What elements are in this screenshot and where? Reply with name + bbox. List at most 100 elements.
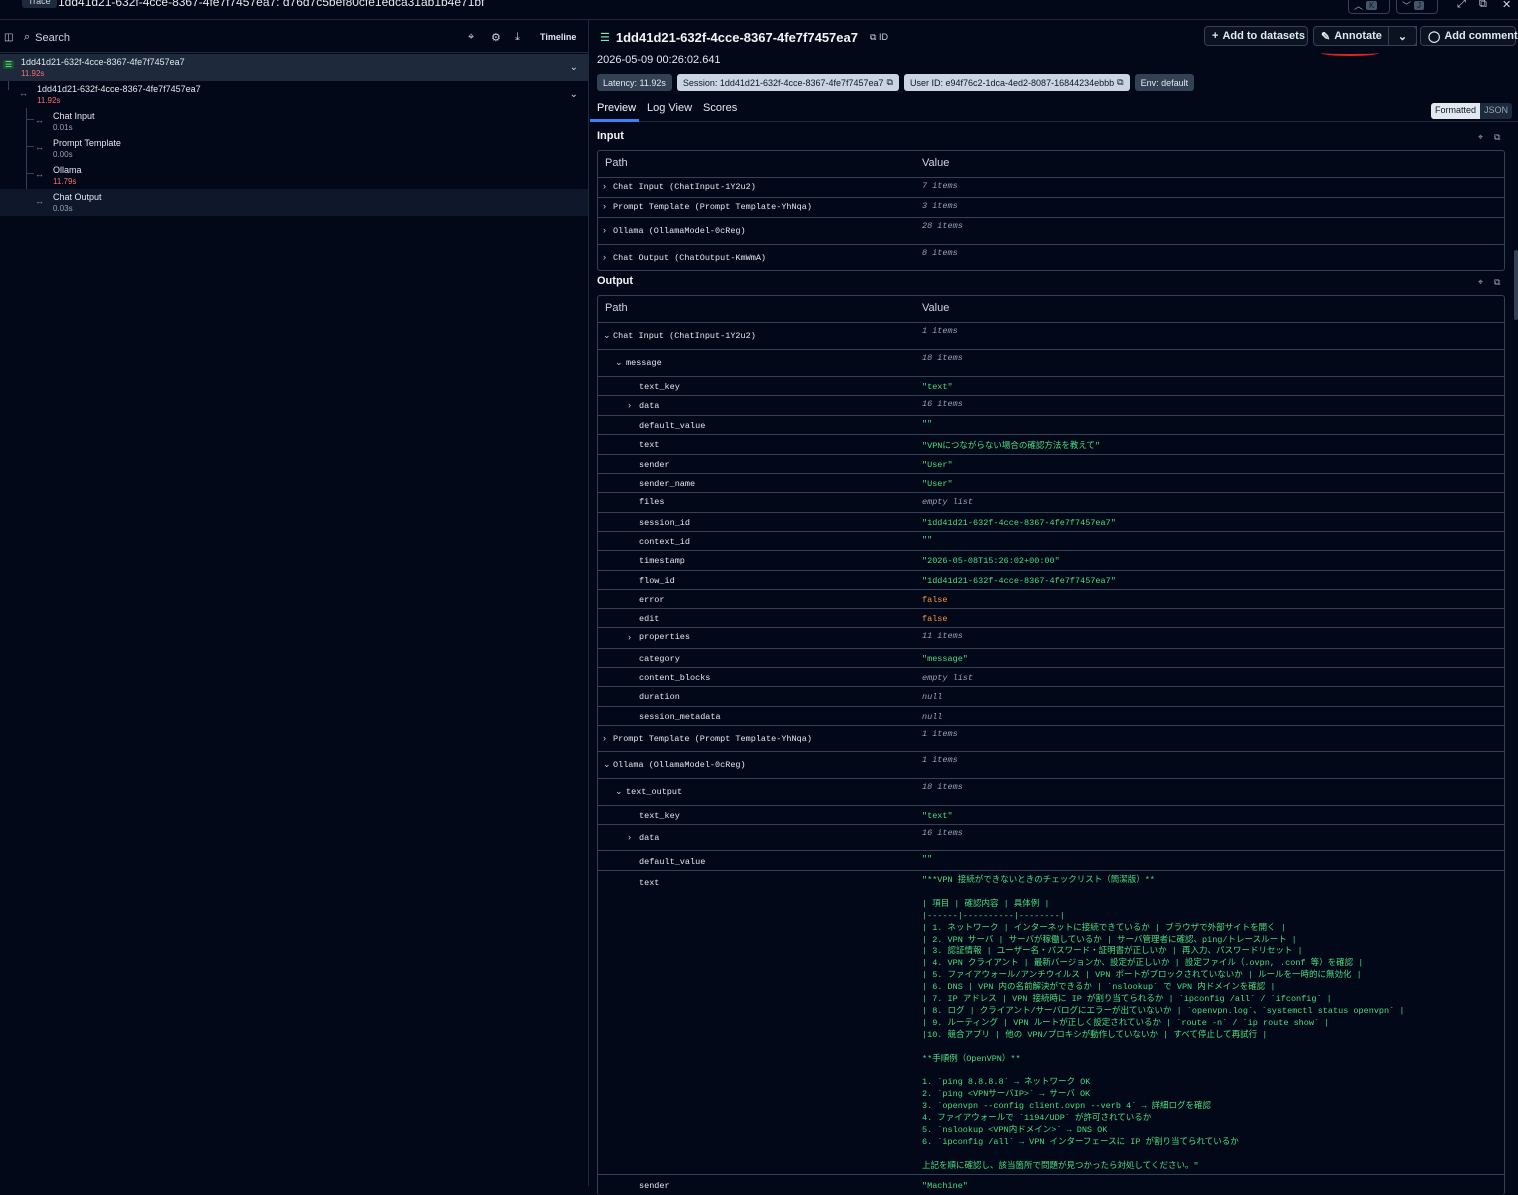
table-row[interactable]: ⌄ Chat Input (ChatInput-1Y2u2) 1 items [598, 322, 1504, 349]
table-row[interactable]: ⌄ text_output 18 items [598, 778, 1504, 805]
red-underline-annotation [1321, 50, 1379, 56]
row-path: Prompt Template (Prompt Template-YhNqa) [613, 734, 812, 744]
table-row[interactable]: text_key "text" [598, 805, 1504, 824]
table-row[interactable]: text_key "text" [598, 376, 1504, 395]
chevron-right-icon[interactable]: › [603, 201, 606, 211]
table-row[interactable]: ⌄ message 18 items [598, 349, 1504, 376]
formatted-option[interactable]: Formatted [1430, 103, 1480, 119]
chevron-down-icon[interactable]: ⌄ [570, 89, 578, 100]
chevron-down-icon[interactable]: ⌄ [615, 357, 623, 368]
table-row[interactable]: flow_id "1dd41d21-632f-4cce-8367-4fe7f745… [598, 570, 1504, 589]
tree-node-prompt-template[interactable]: ↔ Prompt Template 0.00s [0, 135, 588, 162]
tree-node-trace[interactable]: ☰ 1dd41d21-632f-4cce-8367-4fe7f7457ea7 1… [0, 54, 588, 81]
tree-node-span[interactable]: ↔ 1dd41d21-632f-4cce-8367-4fe7f7457ea7 1… [0, 81, 588, 108]
user-badge[interactable]: User ID: e94f76c2-1dca-4ed2-8087-1684423… [903, 74, 1130, 91]
close-icon[interactable]: ✕ [1502, 0, 1511, 11]
chevron-right-icon[interactable]: › [603, 181, 606, 191]
table-row[interactable]: files empty list [598, 492, 1504, 512]
json-option[interactable]: JSON [1480, 103, 1512, 119]
tree-node-chat-output[interactable]: ↔ Chat Output 0.03s [0, 189, 588, 216]
crosshair-icon[interactable]: ⌖ [1478, 132, 1483, 143]
table-row[interactable]: context_id "" [598, 531, 1504, 550]
prev-trace-key: K [1366, 0, 1378, 10]
table-row[interactable]: › Ollama (OllamaModel-0cReg) 28 items [598, 217, 1504, 244]
external-link-icon: ⧉ [1117, 77, 1124, 87]
table-row[interactable]: error false [598, 589, 1504, 608]
tree-node-time: 0.03s [53, 204, 73, 213]
table-row[interactable]: content_blocks empty list [598, 667, 1504, 686]
row-path: files [639, 497, 665, 507]
table-row[interactable]: sender "Machine" [598, 1174, 1504, 1194]
chevron-right-icon[interactable]: › [603, 252, 606, 262]
tree-node-name: 1dd41d21-632f-4cce-8367-4fe7f7457ea7 [37, 84, 201, 94]
chevron-right-icon[interactable]: › [603, 225, 606, 235]
chevron-down-icon[interactable]: ⌄ [603, 759, 611, 770]
download-icon[interactable]: ⤓ [515, 31, 520, 44]
scrollbar[interactable] [1514, 250, 1518, 320]
row-path: duration [639, 692, 680, 702]
crosshair-icon[interactable]: ⌖ [1478, 277, 1483, 288]
tab-scores[interactable]: Scores [703, 102, 737, 114]
tree-node-chat-input[interactable]: ↔ Chat Input 0.01s [0, 108, 588, 135]
table-row[interactable]: category "message" [598, 648, 1504, 667]
table-row[interactable]: › data 16 items [598, 395, 1504, 415]
row-value: "User" [922, 479, 953, 489]
table-row[interactable]: sender "User" [598, 454, 1504, 473]
table-row[interactable]: session_metadata null [598, 706, 1504, 725]
table-row[interactable]: sender_name "User" [598, 473, 1504, 492]
tab-preview[interactable]: Preview [597, 102, 636, 114]
timeline-toggle[interactable]: Timeline [540, 32, 576, 42]
tree-node-ollama[interactable]: ↔ Ollama 11.79s [0, 162, 588, 189]
row-value: 18 items [922, 353, 963, 363]
chevron-right-icon[interactable]: › [628, 632, 631, 642]
add-comment-button[interactable]: ◯ Add comment [1420, 26, 1518, 46]
prev-trace-button[interactable]: ︿ K [1348, 0, 1390, 14]
table-row[interactable]: › Chat Input (ChatInput-1Y2u2) 7 items [598, 177, 1504, 197]
table-row[interactable]: › data 16 items [598, 824, 1504, 850]
expand-icon[interactable]: ⤢ [1457, 0, 1466, 11]
table-row[interactable]: › Chat Output (ChatOutput-KmWmA) 8 items [598, 244, 1504, 270]
row-value: 1 items [922, 326, 958, 336]
settings-sliders-icon[interactable]: ⚙ [491, 31, 501, 44]
search-box[interactable]: ⌕ [24, 31, 236, 44]
chevron-down-icon[interactable]: ⌄ [615, 786, 623, 797]
panel-toggle-icon[interactable]: ◫ [4, 32, 13, 43]
row-value: "" [922, 854, 933, 864]
open-external-icon[interactable]: ⧉ [1479, 0, 1487, 11]
chevron-right-icon[interactable]: › [628, 832, 631, 842]
next-trace-button[interactable]: ﹀ J [1396, 0, 1438, 14]
row-value: empty list [922, 497, 974, 507]
trace-crumb[interactable]: Trace [22, 0, 57, 8]
format-toggle[interactable]: Formatted JSON [1430, 103, 1512, 119]
table-row[interactable]: › properties 11 items [598, 627, 1504, 648]
table-row[interactable]: duration null [598, 686, 1504, 706]
search-input[interactable] [35, 31, 236, 44]
copy-id-button[interactable]: ⧉ ID [870, 32, 888, 43]
chevron-down-icon[interactable]: ⌄ [570, 62, 578, 73]
copy-icon[interactable]: ⧉ [1494, 132, 1500, 143]
row-path: edit [639, 614, 660, 624]
add-to-datasets-button[interactable]: + Add to datasets [1204, 26, 1308, 46]
chevron-right-icon[interactable]: › [603, 733, 606, 743]
annotate-dropdown-button[interactable]: ⌄ [1388, 26, 1417, 46]
copy-icon[interactable]: ⧉ [1494, 277, 1500, 288]
table-row[interactable]: default_value "" [598, 850, 1504, 870]
row-value: 1 items [922, 729, 958, 739]
table-row[interactable]: default_value "" [598, 415, 1504, 434]
table-row[interactable]: session_id "1dd41d21-632f-4cce-8367-4fe7f… [598, 512, 1504, 531]
table-row[interactable]: ⌄ Ollama (OllamaModel-0cReg) 1 items [598, 751, 1504, 778]
table-row[interactable]: edit false [598, 608, 1504, 627]
table-row[interactable]: › Prompt Template (Prompt Template-YhNqa)… [598, 725, 1504, 751]
table-row[interactable]: › Prompt Template (Prompt Template-YhNqa)… [598, 197, 1504, 217]
chevron-down-icon[interactable]: ⌄ [603, 330, 611, 341]
table-row[interactable]: text "VPNにつながらない場合の確認方法を教えて" [598, 434, 1504, 454]
session-badge[interactable]: Session: 1dd41d21-632f-4cce-8367-4fe7f74… [676, 74, 899, 91]
table-row[interactable]: timestamp "2026-05-08T15:26:02+00:00" [598, 550, 1504, 570]
row-path: data [639, 833, 660, 843]
table-row[interactable]: text "**VPN 接続ができないときのチェックリスト（簡潔版）** | 項… [598, 870, 1504, 1174]
row-path: error [639, 595, 665, 605]
latency-badge: Latency: 11.92s [597, 74, 672, 91]
crosshair-icon[interactable]: ⌖ [468, 31, 474, 44]
chevron-right-icon[interactable]: › [628, 400, 631, 410]
tab-log-view[interactable]: Log View [647, 102, 692, 114]
